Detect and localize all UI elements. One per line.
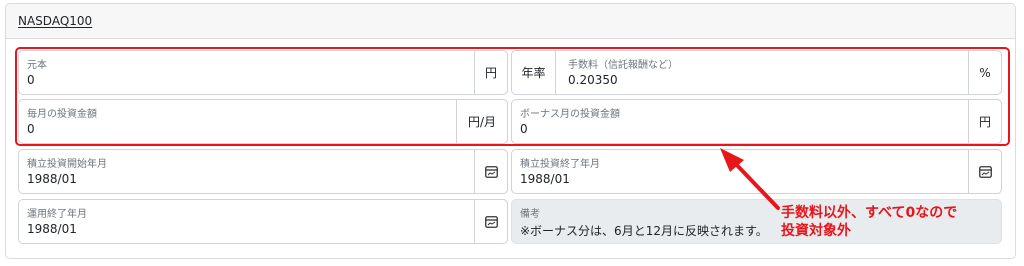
annotation-note: 手数料以外、すべて0なので 投資対象外 (781, 204, 957, 240)
calendar-icon (978, 165, 992, 178)
fee-field[interactable]: 年率 手数料（信託報酬など） 0.20350 % (511, 50, 1002, 95)
bonus-investment-label: ボーナス月の投資金額 (520, 109, 620, 120)
fee-prefix: 年率 (511, 50, 556, 95)
bonus-investment-field[interactable]: ボーナス月の投資金額 0 円 (511, 99, 1002, 144)
annotation-line-2: 投資対象外 (781, 223, 851, 239)
operation-end-picker-button[interactable] (474, 199, 508, 244)
monthly-investment-unit: 円/月 (456, 99, 508, 144)
calendar-icon (484, 165, 498, 178)
end-date-input[interactable]: 1988/01 (520, 172, 570, 186)
note-label: 備考 (520, 209, 540, 220)
principal-field[interactable]: 元本 0 円 (18, 50, 508, 95)
annotation-line-1: 手数料以外、すべて0なので (781, 205, 958, 221)
monthly-investment-field[interactable]: 毎月の投資金額 0 円/月 (18, 99, 508, 144)
start-date-label: 積立投資開始年月 (27, 159, 107, 170)
fee-unit: % (968, 50, 1002, 95)
fee-input[interactable]: 0.20350 (568, 73, 618, 87)
bonus-investment-input[interactable]: 0 (520, 122, 528, 136)
operation-end-label: 運用終了年月 (27, 209, 87, 220)
card-title[interactable]: NASDAQ100 (18, 14, 92, 28)
start-date-field[interactable]: 積立投資開始年月 1988/01 (18, 149, 508, 194)
operation-end-input[interactable]: 1988/01 (27, 222, 77, 236)
principal-label: 元本 (27, 60, 47, 71)
operation-end-field[interactable]: 運用終了年月 1988/01 (18, 199, 508, 244)
fee-label: 手数料（信託報酬など） (568, 60, 678, 71)
monthly-investment-label: 毎月の投資金額 (27, 109, 97, 120)
start-date-input[interactable]: 1988/01 (27, 172, 77, 186)
card-header: NASDAQ100 (6, 4, 1015, 39)
principal-unit: 円 (474, 50, 508, 95)
end-date-label: 積立投資終了年月 (520, 159, 600, 170)
start-date-picker-button[interactable] (474, 149, 508, 194)
principal-input[interactable]: 0 (27, 73, 35, 87)
monthly-investment-input[interactable]: 0 (27, 122, 35, 136)
bonus-investment-unit: 円 (968, 99, 1002, 144)
calendar-icon (484, 215, 498, 228)
end-date-picker-button[interactable] (968, 149, 1002, 194)
